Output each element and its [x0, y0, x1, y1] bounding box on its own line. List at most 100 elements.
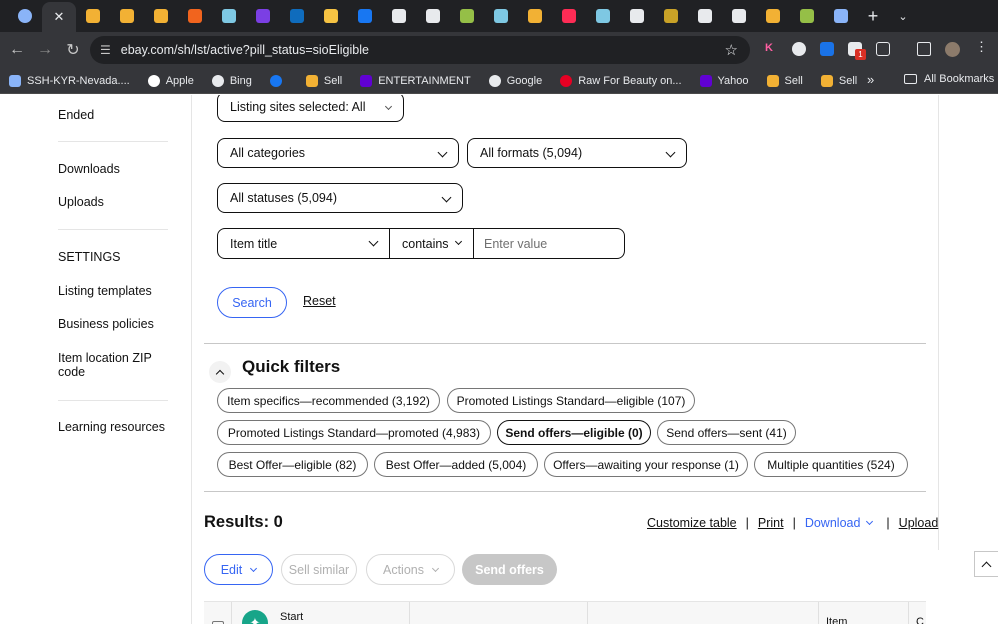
customize-table-link[interactable]: Customize table [647, 516, 737, 530]
menu-kebab-icon[interactable]: ⋮ [975, 40, 989, 55]
browser-tab[interactable] [178, 0, 212, 32]
quick-filter-pill[interactable]: Promoted Listings Standard—promoted (4,9… [217, 420, 491, 445]
forward-icon[interactable]: → [31, 41, 59, 59]
quick-filter-pill-selected[interactable]: Send offers—eligible (0) [497, 420, 651, 445]
search-button[interactable]: Search [217, 287, 287, 318]
close-icon[interactable]: ✕ [54, 9, 65, 25]
browser-tab[interactable] [484, 0, 518, 32]
sidebar-item-item-location-zip[interactable]: Item location ZIP code [58, 351, 163, 379]
send-offers-button[interactable]: Send offers [462, 554, 557, 585]
browser-tab[interactable] [212, 0, 246, 32]
bookmark-item[interactable] [269, 74, 288, 87]
sidebar-item-uploads[interactable]: Uploads [58, 195, 104, 209]
bookmark-item[interactable]: Sell [820, 74, 857, 87]
browser-tab[interactable] [416, 0, 450, 32]
browser-tab[interactable] [450, 0, 484, 32]
quick-filter-pill[interactable]: Item specifics—recommended (3,192) [217, 388, 440, 413]
sidebar-item-listing-templates[interactable]: Listing templates [58, 284, 152, 298]
puzzle-extensions-icon[interactable] [876, 42, 890, 56]
browser-tab[interactable] [314, 0, 348, 32]
bookmark-item[interactable]: Google [488, 74, 542, 87]
value-field-wrap [474, 229, 624, 258]
value-input[interactable] [484, 236, 624, 251]
browser-tab[interactable] [654, 0, 688, 32]
sell-similar-button[interactable]: Sell similar [281, 554, 357, 585]
browser-tab[interactable] [552, 0, 586, 32]
sidebar-item-downloads[interactable]: Downloads [58, 162, 120, 176]
browser-tab[interactable] [8, 0, 42, 32]
bookmark-item[interactable]: Bing [211, 74, 252, 87]
field-select[interactable]: Item title [218, 229, 390, 258]
quick-filter-pill[interactable]: Promoted Listings Standard—eligible (107… [447, 388, 695, 413]
browser-tab[interactable] [688, 0, 722, 32]
categories-select[interactable]: All categories [217, 138, 459, 168]
browser-tab[interactable] [382, 0, 416, 32]
collapse-quick-filters-button[interactable] [209, 361, 231, 383]
avatar[interactable] [945, 42, 960, 57]
back-to-top-button[interactable] [974, 551, 998, 577]
content-divider [191, 95, 192, 624]
browser-tab[interactable] [348, 0, 382, 32]
quick-filter-pill[interactable]: Best Offer—added (5,004) [374, 452, 538, 477]
browser-tab[interactable] [790, 0, 824, 32]
all-bookmarks-button[interactable]: All Bookmarks [904, 73, 994, 85]
new-tab-icon[interactable]: + [858, 6, 888, 27]
cloud-extension-icon[interactable] [820, 42, 834, 56]
browser-tab[interactable]: ✕ [42, 2, 76, 32]
quick-filter-pill[interactable]: Offers—awaiting your response (1) [544, 452, 748, 477]
site-settings-icon[interactable]: ☰ [100, 43, 111, 57]
browser-tab[interactable] [824, 0, 858, 32]
column-header-start[interactable]: Start [280, 611, 303, 623]
browser-tab[interactable] [586, 0, 620, 32]
bookmark-item[interactable]: SSH-KYR-Nevada.... [9, 74, 130, 87]
sell-icon [120, 9, 134, 23]
statuses-select[interactable]: All statuses (5,094) [217, 183, 463, 213]
reset-link[interactable]: Reset [303, 294, 336, 308]
browser-tab[interactable] [246, 0, 280, 32]
quick-filter-pill[interactable]: Send offers—sent (41) [657, 420, 796, 445]
sidebar-item-business-policies[interactable]: Business policies [58, 317, 154, 331]
klarna-extension-icon[interactable]: K [765, 42, 779, 56]
browser-tab[interactable] [76, 0, 110, 32]
browser-tab[interactable] [518, 0, 552, 32]
actions-button[interactable]: Actions [366, 554, 455, 585]
sidebar-item-ended[interactable]: Ended [58, 108, 94, 122]
edit-button[interactable]: Edit [204, 554, 273, 585]
column-header-item[interactable]: Item [826, 616, 847, 624]
download-menu[interactable]: Download [805, 516, 874, 530]
browser-tab[interactable] [722, 0, 756, 32]
sidebar-heading-settings: SETTINGS [58, 250, 121, 264]
address-url[interactable]: ebay.com/sh/lst/active?pill_status=sioEl… [121, 43, 369, 57]
bookmark-item[interactable]: Sell [305, 74, 342, 87]
bookmark-star-icon[interactable]: ☆ [725, 41, 738, 59]
more-bookmarks-icon[interactable]: » [867, 72, 874, 87]
bookmark-item[interactable]: Sell [766, 74, 803, 87]
browser-tab[interactable] [620, 0, 654, 32]
browser-tab[interactable] [280, 0, 314, 32]
tab-search-icon[interactable]: ⌄ [888, 10, 918, 23]
upload-link[interactable]: Upload [899, 516, 939, 530]
sidebar-item-learning-resources[interactable]: Learning resources [58, 420, 165, 434]
browser-tab[interactable] [756, 0, 790, 32]
print-link[interactable]: Print [758, 516, 784, 530]
formats-select[interactable]: All formats (5,094) [467, 138, 687, 168]
link-separator: | [886, 516, 890, 530]
extension-icon[interactable] [792, 42, 806, 56]
operator-select[interactable]: contains [390, 229, 474, 258]
address-bar[interactable]: ☰ ebay.com/sh/lst/active?pill_status=sio… [90, 36, 750, 64]
reload-icon[interactable]: ↻ [59, 40, 87, 60]
bookmark-item[interactable]: ENTERTAINMENT [360, 74, 471, 87]
sell-icon [766, 9, 780, 23]
listing-sites-select[interactable]: Listing sites selected: All [217, 95, 404, 122]
bookmark-item[interactable]: Yahoo [699, 74, 749, 87]
results-count: Results: 0 [204, 513, 283, 531]
browser-tab[interactable] [110, 0, 144, 32]
back-icon[interactable]: ← [3, 41, 31, 59]
bookmark-item[interactable]: Raw For Beauty on... [560, 74, 682, 87]
browser-tab[interactable] [144, 0, 178, 32]
quick-filter-pill[interactable]: Multiple quantities (524) [754, 452, 908, 477]
bookmark-item[interactable]: Apple [147, 74, 194, 87]
quick-filter-pill[interactable]: Best Offer—eligible (82) [217, 452, 368, 477]
side-panel-icon[interactable] [917, 42, 931, 56]
column-header-truncated[interactable]: C [916, 616, 924, 624]
